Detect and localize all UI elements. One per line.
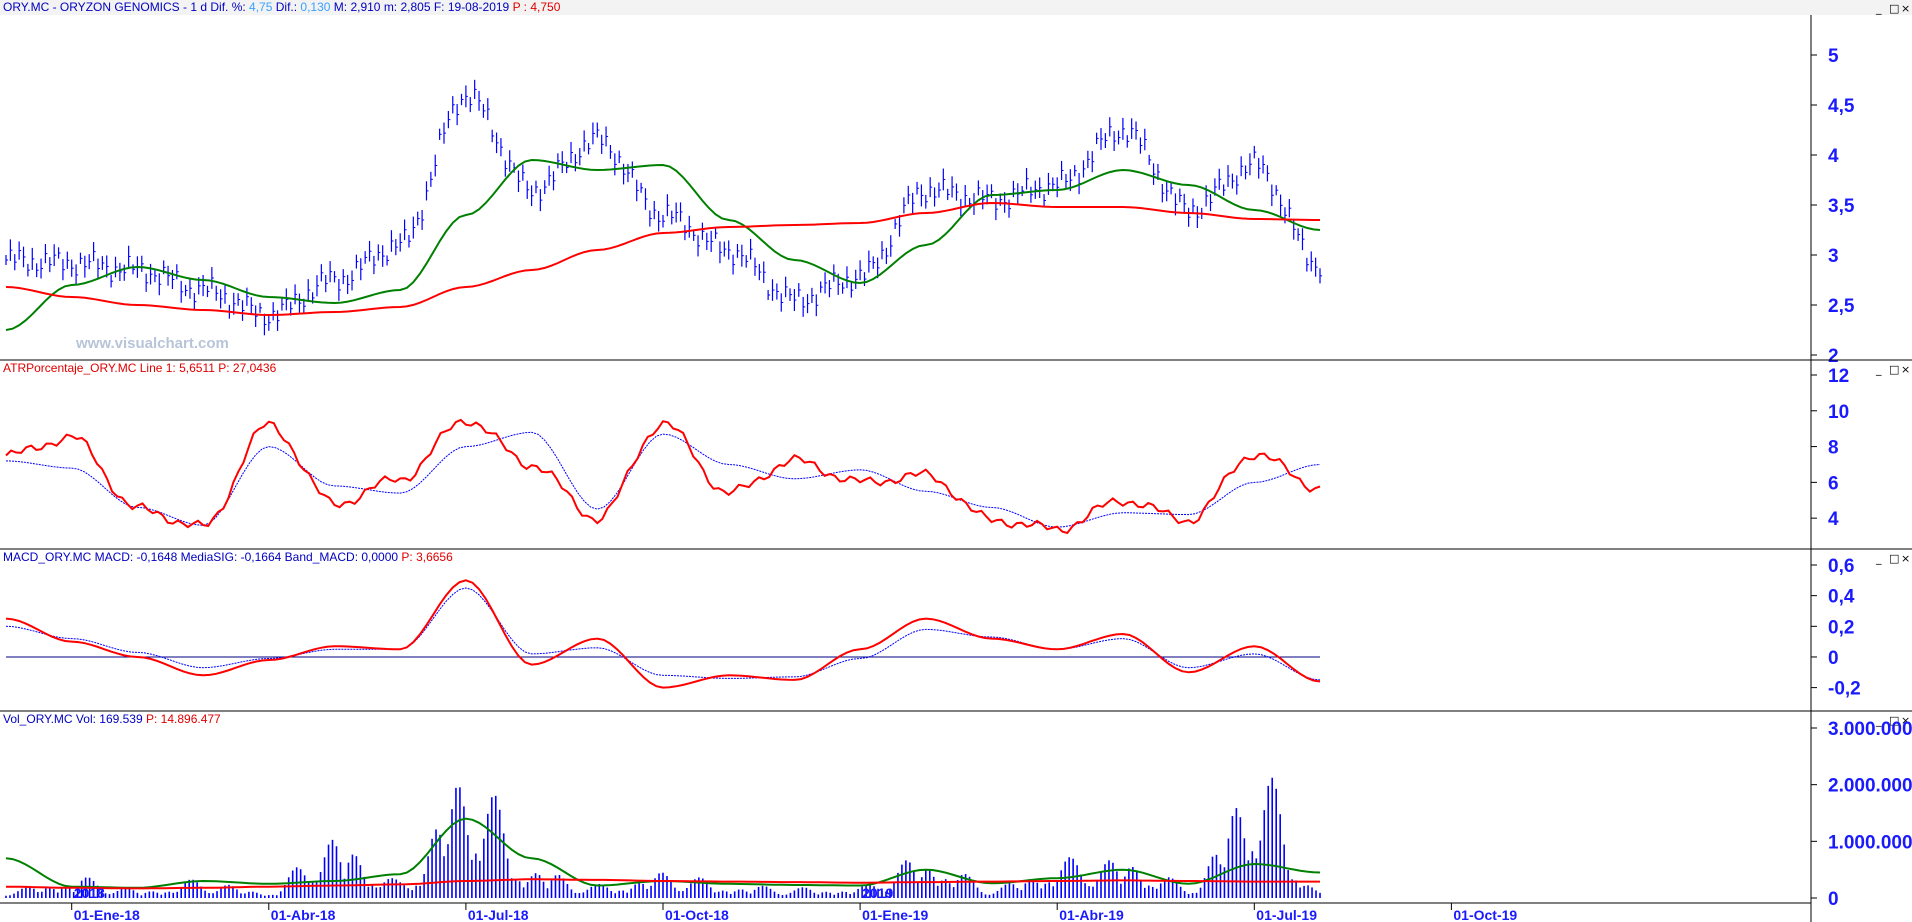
y-tick-label: 0,6 bbox=[1828, 556, 1854, 577]
close-icon[interactable]: × bbox=[1901, 363, 1910, 376]
atr-window-buttons[interactable]: _ □ × bbox=[1875, 363, 1910, 376]
atr-plot bbox=[5, 418, 1321, 535]
header-part: ORY.MC - ORYZON GENOMICS - bbox=[3, 0, 190, 14]
header-part: ATRPorcentaje_ORY.MC Line 1: 5,6511 P: 2… bbox=[3, 361, 277, 375]
maximize-icon[interactable]: □ bbox=[1889, 2, 1899, 15]
macd-header: MACD_ORY.MC MACD: -0,1648 MediaSIG: -0,1… bbox=[3, 550, 453, 564]
header-part: 0,130 bbox=[300, 0, 330, 14]
y-tick-label: 6 bbox=[1828, 473, 1839, 494]
y-tick-label: -0,2 bbox=[1828, 679, 1861, 700]
y-tick-label: 3,5 bbox=[1828, 196, 1855, 217]
maximize-icon[interactable]: □ bbox=[1889, 552, 1899, 565]
chart-workspace: ORY.MC - ORYZON GENOMICS - 1 d Dif. %: 4… bbox=[0, 0, 1912, 922]
x-tick-label: 01-Ene-19 bbox=[862, 907, 928, 922]
y-tick-label: 4 bbox=[1828, 509, 1839, 530]
volume-y-axis: 3.000.000 2.000.000 1.000.000 0 bbox=[1811, 719, 1912, 910]
ma-short-line bbox=[5, 158, 1321, 331]
header-part: 1 d bbox=[190, 0, 210, 14]
close-icon[interactable]: × bbox=[1901, 2, 1910, 15]
y-tick-label: 0,2 bbox=[1828, 617, 1854, 638]
y-tick-label: 0 bbox=[1828, 889, 1839, 910]
header-part: Dif. %: bbox=[210, 0, 249, 14]
minimize-icon[interactable]: _ bbox=[1875, 2, 1882, 15]
x-tick-label: 01-Abr-19 bbox=[1059, 907, 1124, 922]
y-tick-label: 4 bbox=[1828, 146, 1839, 167]
close-icon[interactable]: × bbox=[1901, 552, 1910, 565]
y-tick-label: 2 bbox=[1828, 346, 1839, 367]
atr-y-axis: 12 10 8 6 4 bbox=[1811, 366, 1849, 530]
x-tick-label: 01-Jul-19 bbox=[1256, 907, 1317, 922]
y-tick-label: 3 bbox=[1828, 246, 1839, 267]
y-tick-label: 1.000.000 bbox=[1828, 832, 1912, 853]
atr-signal-line bbox=[5, 431, 1321, 528]
macd-window-buttons[interactable]: _ □ × bbox=[1875, 552, 1910, 565]
y-tick-label: 0,4 bbox=[1828, 587, 1855, 608]
header-part: P: 14.896.477 bbox=[146, 712, 221, 726]
x-tick-label: 01-Oct-18 bbox=[665, 907, 729, 922]
volume-plot bbox=[5, 777, 1321, 898]
y-tick-label: 12 bbox=[1828, 366, 1849, 387]
year-label: 2019 bbox=[862, 885, 893, 901]
minimize-icon[interactable]: _ bbox=[1875, 363, 1882, 376]
price-header: ORY.MC - ORYZON GENOMICS - 1 d Dif. %: 4… bbox=[3, 0, 561, 14]
header-part: P : 4,750 bbox=[513, 0, 561, 14]
y-tick-label: 2,5 bbox=[1828, 296, 1855, 317]
price-window-buttons[interactable]: _ □ × bbox=[1875, 2, 1910, 15]
y-tick-label: 2.000.000 bbox=[1828, 776, 1912, 797]
y-tick-label: 8 bbox=[1828, 438, 1839, 459]
volume-header: Vol_ORY.MC Vol: 169.539 P: 14.896.477 bbox=[3, 712, 221, 726]
maximize-icon[interactable]: □ bbox=[1889, 363, 1899, 376]
price-panel: ORY.MC - ORYZON GENOMICS - 1 d Dif. %: 4… bbox=[0, 0, 1912, 367]
macd-y-axis: 0,6 0,4 0,2 0 -0,2 bbox=[1811, 556, 1861, 700]
header-part: Vol_ORY.MC Vol: 169.539 bbox=[3, 712, 146, 726]
atr-panel: ATRPorcentaje_ORY.MC Line 1: 5,6511 P: 2… bbox=[0, 361, 1912, 550]
atr-line bbox=[5, 418, 1321, 535]
macd-line bbox=[5, 579, 1321, 689]
header-part: M: 2,910 m: 2,805 F: 19-08-2019 bbox=[330, 0, 512, 14]
atr-header: ATRPorcentaje_ORY.MC Line 1: 5,6511 P: 2… bbox=[3, 361, 277, 375]
minimize-icon[interactable]: _ bbox=[1875, 552, 1882, 565]
y-tick-label: 5 bbox=[1828, 46, 1839, 67]
macd-plot bbox=[5, 579, 1321, 689]
watermark: www.visualchart.com bbox=[75, 335, 229, 352]
header-part: Dif.: bbox=[272, 0, 300, 14]
volume-panel: Vol_ORY.MC Vol: 169.539 P: 14.896.477 _ … bbox=[3, 712, 1912, 910]
x-tick-label: 01-Abr-18 bbox=[271, 907, 336, 922]
header-part: 4,75 bbox=[249, 0, 273, 14]
y-tick-label: 3.000.000 bbox=[1828, 719, 1912, 740]
x-tick-label: 01-Oct-19 bbox=[1453, 907, 1517, 922]
price-plot bbox=[5, 79, 1322, 336]
price-y-axis: 5 4,5 4 3,5 3 2,5 2 bbox=[1811, 46, 1855, 367]
y-tick-label: 4,5 bbox=[1828, 96, 1855, 117]
x-tick-label: 01-Jul-18 bbox=[468, 907, 529, 922]
header-part: MACD_ORY.MC MACD: -0,1648 MediaSIG: -0,1… bbox=[3, 550, 401, 564]
y-tick-label: 0 bbox=[1828, 648, 1839, 669]
header-part: P: 3,6656 bbox=[401, 550, 453, 564]
macd-panel: MACD_ORY.MC MACD: -0,1648 MediaSIG: -0,1… bbox=[0, 550, 1912, 712]
year-label: 2018 bbox=[74, 885, 105, 901]
y-tick-label: 10 bbox=[1828, 402, 1849, 423]
x-tick-label: 01-Ene-18 bbox=[74, 907, 140, 922]
